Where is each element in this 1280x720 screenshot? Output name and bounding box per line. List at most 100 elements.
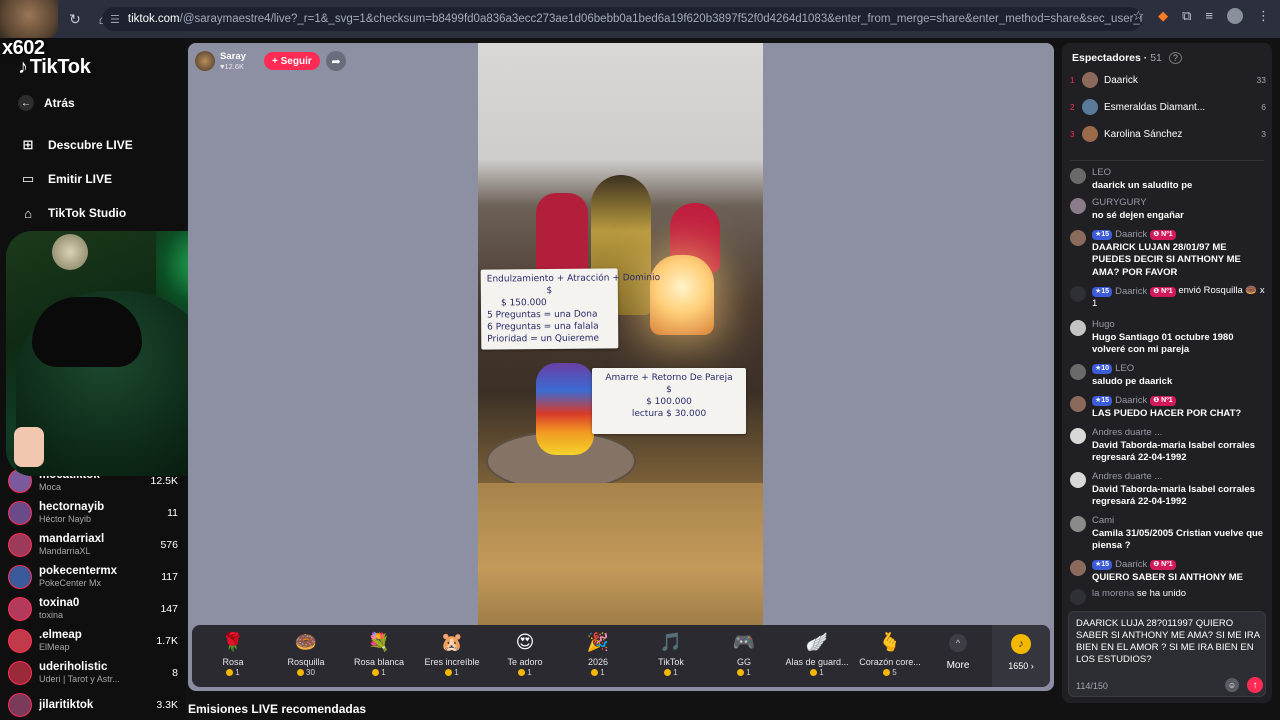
media-control-icon[interactable]: ≡ bbox=[1205, 8, 1213, 24]
back-link[interactable]: ← Atrás bbox=[18, 95, 75, 111]
send-icon[interactable]: ↑ bbox=[1247, 677, 1263, 693]
viewers-title[interactable]: Espectadores · 51 ? bbox=[1072, 52, 1182, 64]
following-item[interactable]: toxina0 toxina 147 bbox=[8, 595, 178, 623]
chat-message-body: Hugo Hugo Santiago 01 octubre 1980 volver… bbox=[1092, 319, 1266, 357]
chat-username[interactable]: Daarick bbox=[1115, 395, 1147, 408]
share-icon[interactable]: ➦ bbox=[326, 51, 346, 71]
host-info[interactable]: Saray ♥12.6K bbox=[195, 50, 246, 72]
avatar[interactable] bbox=[8, 565, 32, 589]
chat-username[interactable]: Daarick bbox=[1115, 229, 1147, 242]
gift-item[interactable]: 🎵 TikTok 1 bbox=[636, 630, 706, 682]
following-item[interactable]: pokecentermx PokeCenter Mx 117 bbox=[8, 563, 178, 591]
chat-message: ★15 Daarick ❶ Nº1 QUIERO SABER SI ANTHONY M… bbox=[1070, 559, 1266, 584]
chat-username[interactable]: Daarick bbox=[1115, 559, 1147, 572]
gift-bar: 🌹 Rosa 1 🍩 Rosquilla 30 💐 Rosa blanca 1 🐹 Eres inc… bbox=[192, 625, 1050, 687]
following-item[interactable]: uderiholistic Uderi | Tarot y Astr... 8 bbox=[8, 659, 178, 687]
more-gifts-button[interactable]: ^ More bbox=[936, 630, 980, 682]
gift-item[interactable]: 🫰 Corazón core... 5 bbox=[855, 630, 925, 682]
chat-message-body: ★15 Daarick ❶ Nº1 QUIERO SABER SI ANTHONY M… bbox=[1092, 559, 1266, 584]
viewer-rank: 3 bbox=[1070, 129, 1075, 139]
level-badge: ★15 bbox=[1092, 560, 1113, 571]
following-names: pokecentermx PokeCenter Mx bbox=[39, 565, 157, 589]
avatar[interactable] bbox=[8, 693, 32, 717]
url-host: tiktok.com bbox=[127, 13, 180, 25]
chat-username[interactable]: LEO bbox=[1115, 363, 1134, 376]
following-item[interactable]: jilaritiktok 3.3K bbox=[8, 691, 178, 719]
avatar[interactable] bbox=[1070, 396, 1086, 412]
extensions-icon[interactable]: ⧉ bbox=[1182, 8, 1191, 24]
top-viewer-row[interactable]: 3 Karolina Sánchez 3 bbox=[1070, 125, 1266, 143]
gift-item[interactable]: 🎮 GG 1 bbox=[709, 630, 779, 682]
avatar[interactable] bbox=[1070, 198, 1086, 214]
top-viewer-row[interactable]: 1 Daarick 33 bbox=[1070, 71, 1266, 89]
avatar[interactable] bbox=[8, 533, 32, 557]
gift-icon: 🫰 bbox=[878, 631, 902, 652]
chat-username[interactable]: Hugo bbox=[1092, 319, 1115, 332]
site-info-icon[interactable]: ☰ bbox=[110, 13, 120, 26]
level-value: 15 bbox=[1101, 397, 1110, 405]
follow-button[interactable]: + Seguir bbox=[264, 52, 320, 70]
browser-menu-icon[interactable]: ⋮ bbox=[1257, 8, 1270, 24]
coin-icon: ♪ bbox=[1011, 634, 1031, 654]
following-username: toxina0 bbox=[39, 597, 80, 609]
gift-item[interactable]: 🪽 Alas de guard... 1 bbox=[782, 630, 852, 682]
avatar[interactable] bbox=[1082, 126, 1098, 142]
gift-item[interactable]: 🐹 Eres increíble 1 bbox=[417, 630, 487, 682]
chat-username[interactable]: Cami bbox=[1092, 515, 1114, 528]
avatar[interactable] bbox=[8, 629, 32, 653]
avatar[interactable] bbox=[8, 661, 32, 685]
coin-icon bbox=[372, 669, 380, 676]
chat-input[interactable]: DAARICK LUJA 28?011997 QUIERO SABER SI A… bbox=[1068, 611, 1266, 697]
host-avatar[interactable] bbox=[195, 51, 215, 71]
camera-icon: ▭ bbox=[21, 171, 35, 186]
chat-message-text: David Taborda-maria Isabel corrales regr… bbox=[1092, 439, 1255, 464]
following-item[interactable]: .elmeap ElMeap 1.7K bbox=[8, 627, 178, 655]
gift-item[interactable]: 😍 Te adoro 1 bbox=[490, 630, 560, 682]
chat-message-text: saludo pe daarick bbox=[1092, 375, 1173, 387]
live-video[interactable]: Endulzamiento + Atracción + Dominio $ $ … bbox=[478, 43, 763, 625]
profile-avatar-icon[interactable] bbox=[1227, 8, 1243, 24]
chat-user-line: Cami bbox=[1092, 515, 1266, 528]
following-item[interactable]: mandarriaxl MandarriaXL 576 bbox=[8, 531, 178, 559]
avatar[interactable] bbox=[1070, 320, 1086, 336]
avatar[interactable] bbox=[1070, 560, 1086, 576]
reload-icon[interactable]: ↻ bbox=[64, 8, 86, 30]
avatar[interactable] bbox=[1070, 230, 1086, 246]
avatar[interactable] bbox=[1070, 168, 1086, 184]
avatar[interactable] bbox=[1070, 516, 1086, 532]
chat-username[interactable]: GURYGURY bbox=[1092, 197, 1147, 210]
avatar[interactable] bbox=[1070, 364, 1086, 380]
chat-input-text[interactable]: DAARICK LUJA 28?011997 QUIERO SABER SI A… bbox=[1076, 618, 1260, 666]
nav-tiktok-studio[interactable]: ⌂ TikTok Studio bbox=[18, 203, 126, 223]
gift-name: TikTok bbox=[658, 657, 684, 667]
chat-username[interactable]: la morena bbox=[1092, 588, 1134, 601]
avatar[interactable] bbox=[8, 597, 32, 621]
avatar[interactable] bbox=[1082, 72, 1098, 88]
extension-fox-icon[interactable]: ◆ bbox=[1158, 8, 1168, 24]
following-display-name: PokeCenter Mx bbox=[39, 578, 102, 588]
address-bar[interactable]: ☰ tiktok.com/@saraymaestre4/live?_r=1&_s… bbox=[102, 7, 1142, 31]
chat-username[interactable]: Daarick bbox=[1115, 286, 1147, 299]
nav-discover-live[interactable]: ⊞ Descubre LIVE bbox=[18, 135, 133, 155]
table-surface bbox=[478, 483, 763, 625]
following-item[interactable]: hectornayib Héctor Nayib 11 bbox=[8, 499, 178, 527]
emoji-icon[interactable]: ☺ bbox=[1225, 678, 1239, 692]
chat-username[interactable]: LEO bbox=[1092, 167, 1111, 180]
avatar[interactable] bbox=[8, 501, 32, 525]
avatar[interactable] bbox=[1082, 99, 1098, 115]
help-icon[interactable]: ? bbox=[1168, 52, 1182, 64]
gift-item[interactable]: 🌹 Rosa 1 bbox=[198, 630, 268, 682]
viewer-name: Daarick bbox=[1104, 74, 1138, 86]
top-viewer-row[interactable]: 2 Esmeraldas Diamant... 6 bbox=[1070, 98, 1266, 116]
gift-item[interactable]: 🎉 2026 1 bbox=[563, 630, 633, 682]
bookmark-star-icon[interactable]: ☆ bbox=[1132, 8, 1144, 24]
coin-balance-button[interactable]: ♪ 1650 › bbox=[992, 625, 1050, 687]
avatar[interactable] bbox=[1070, 428, 1086, 444]
gift-item[interactable]: 🍩 Rosquilla 30 bbox=[271, 630, 341, 682]
chat-username[interactable]: Andres duarte ... bbox=[1092, 471, 1162, 484]
studio-icon: ⌂ bbox=[24, 205, 32, 221]
avatar[interactable] bbox=[1070, 472, 1086, 488]
gift-item[interactable]: 💐 Rosa blanca 1 bbox=[344, 630, 414, 682]
chat-username[interactable]: Andres duarte ... bbox=[1092, 427, 1162, 440]
nav-go-live[interactable]: ▭ Emitir LIVE bbox=[18, 169, 112, 189]
